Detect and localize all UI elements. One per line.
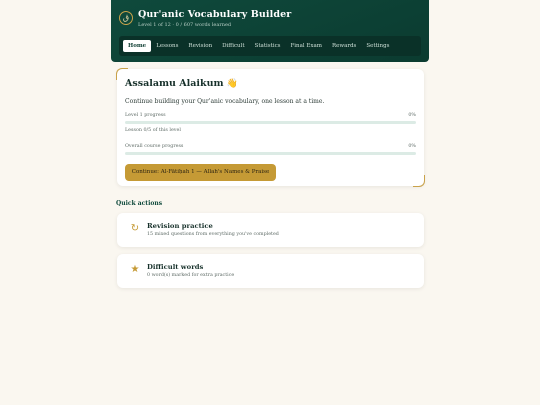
difficult-words-card[interactable]: ★ Difficult words 0 word(s) marked for e…	[117, 254, 424, 288]
tab-lessons[interactable]: Lessons	[151, 40, 183, 52]
tab-rewards[interactable]: Rewards	[327, 40, 361, 52]
logo-icon: ق	[119, 11, 133, 25]
welcome-card: Assalamu Alaikum 👋 Continue building you…	[116, 68, 425, 187]
level-progress-label: Level 1 progress	[125, 113, 166, 118]
greeting-text: Assalamu Alaikum	[125, 78, 224, 89]
tab-final-exam[interactable]: Final Exam	[285, 40, 327, 52]
course-progress-percent: 0%	[408, 144, 416, 149]
level-summary: Level 1 of 12 · 0 / 607 words learned	[138, 22, 232, 28]
tab-difficult[interactable]: Difficult	[217, 40, 249, 52]
main-nav: Home Lessons Revision Difficult Statisti…	[119, 36, 421, 56]
star-icon: ★	[130, 264, 140, 275]
level-progress-bar	[125, 121, 416, 124]
action-subtitle: 0 word(s) marked for extra practice	[147, 273, 235, 278]
course-progress-label: Overall course progress	[125, 144, 184, 149]
revision-practice-card[interactable]: ↻ Revision practice 15 mixed questions f…	[117, 213, 424, 247]
course-progress-bar	[125, 152, 416, 155]
action-title: Difficult words	[147, 263, 204, 271]
action-subtitle: 15 mixed questions from everything you'v…	[147, 232, 279, 237]
action-title: Revision practice	[147, 222, 213, 230]
app-title: Qur'anic Vocabulary Builder	[138, 9, 292, 20]
quick-actions-heading: Quick actions	[116, 200, 163, 207]
wave-icon: 👋	[226, 79, 239, 89]
level-progress-percent: 0%	[408, 113, 416, 118]
continue-lesson-button[interactable]: Continue: Al-Fātiḥah 1 — Allah's Names &…	[125, 164, 276, 181]
app-header: ق Qur'anic Vocabulary Builder Level 1 of…	[111, 0, 429, 62]
tab-home[interactable]: Home	[123, 40, 152, 52]
lead-text: Continue building your Qur'anic vocabula…	[125, 98, 325, 105]
tab-revision[interactable]: Revision	[183, 40, 217, 52]
refresh-icon: ↻	[130, 223, 140, 234]
lesson-caption: Lesson 0/5 of this level	[125, 128, 181, 133]
app-container: ق Qur'anic Vocabulary Builder Level 1 of…	[111, 0, 429, 288]
corner-ornament	[413, 175, 425, 187]
greeting-heading: Assalamu Alaikum 👋	[125, 78, 238, 89]
tab-settings[interactable]: Settings	[361, 40, 394, 52]
tab-statistics[interactable]: Statistics	[250, 40, 286, 52]
